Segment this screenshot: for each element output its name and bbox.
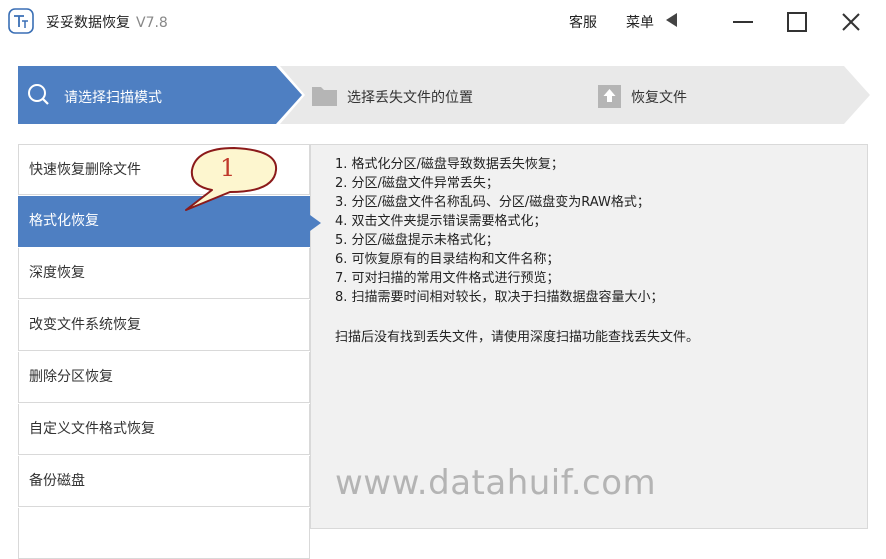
selection-pointer-icon bbox=[310, 215, 321, 231]
step-3-background bbox=[578, 66, 870, 124]
watermark: www.datahuif.com bbox=[335, 463, 657, 503]
menu-item-backup-disk[interactable]: 备份磁盘 bbox=[18, 456, 310, 507]
restore-icon bbox=[598, 85, 621, 108]
feature-line: 8. 扫描需要时间相对较长，取决于扫描数据盘容量大小； bbox=[335, 290, 664, 305]
menu-button[interactable]: 菜单 bbox=[626, 12, 654, 32]
feature-line: 7. 可对扫描的常用文件格式进行预览； bbox=[335, 271, 560, 286]
feature-line: 1. 格式化分区/磁盘导致数据丢失恢复； bbox=[335, 157, 564, 172]
menu-item-partition-recover[interactable]: 删除分区恢复 bbox=[18, 352, 310, 403]
app-version: V7.8 bbox=[136, 15, 168, 31]
menu-arrow-icon[interactable] bbox=[666, 13, 677, 27]
menu-item-filesystem-recover[interactable]: 改变文件系统恢复 bbox=[18, 300, 310, 351]
feature-line: 6. 可恢复原有的目录结构和文件名称； bbox=[335, 252, 560, 267]
customer-service-link[interactable]: 客服 bbox=[569, 12, 597, 32]
minimize-button[interactable] bbox=[730, 9, 756, 35]
maximize-button[interactable] bbox=[784, 9, 810, 35]
feature-line: 4. 双击文件夹提示错误需要格式化； bbox=[335, 214, 547, 229]
feature-line: 3. 分区/磁盘文件名称乱码、分区/磁盘变为RAW格式； bbox=[335, 195, 650, 210]
app-logo-icon bbox=[8, 8, 34, 34]
step-2-label[interactable]: 选择丢失文件的位置 bbox=[347, 87, 473, 107]
title-bar: 妥妥数据恢复 V7.8 客服 菜单 bbox=[0, 0, 886, 44]
app-name: 妥妥数据恢复 bbox=[46, 15, 130, 31]
menu-item-partial[interactable] bbox=[18, 508, 310, 559]
app-title: 妥妥数据恢复 V7.8 bbox=[46, 12, 168, 32]
feature-line: 5. 分区/磁盘提示未格式化； bbox=[335, 233, 499, 248]
menu-item-deep-recover[interactable]: 深度恢复 bbox=[18, 248, 310, 299]
step-progress-bar: 请选择扫描模式 选择丢失文件的位置 恢复文件 bbox=[18, 66, 870, 124]
step-3-label[interactable]: 恢复文件 bbox=[631, 87, 687, 107]
feature-line: 2. 分区/磁盘文件异常丢失； bbox=[335, 176, 499, 191]
callout-number: 1 bbox=[220, 154, 236, 182]
description-panel: 1. 格式化分区/磁盘导致数据丢失恢复； 2. 分区/磁盘文件异常丢失； 3. … bbox=[310, 144, 868, 529]
feature-list: 1. 格式化分区/磁盘导致数据丢失恢复； 2. 分区/磁盘文件异常丢失； 3. … bbox=[335, 155, 664, 307]
step-1-label[interactable]: 请选择扫描模式 bbox=[64, 87, 162, 107]
menu-item-custom-format-recover[interactable]: 自定义文件格式恢复 bbox=[18, 404, 310, 455]
close-button[interactable] bbox=[838, 9, 864, 35]
deep-scan-note: 扫描后没有找到丢失文件，请使用深度扫描功能查找丢失文件。 bbox=[335, 330, 700, 345]
